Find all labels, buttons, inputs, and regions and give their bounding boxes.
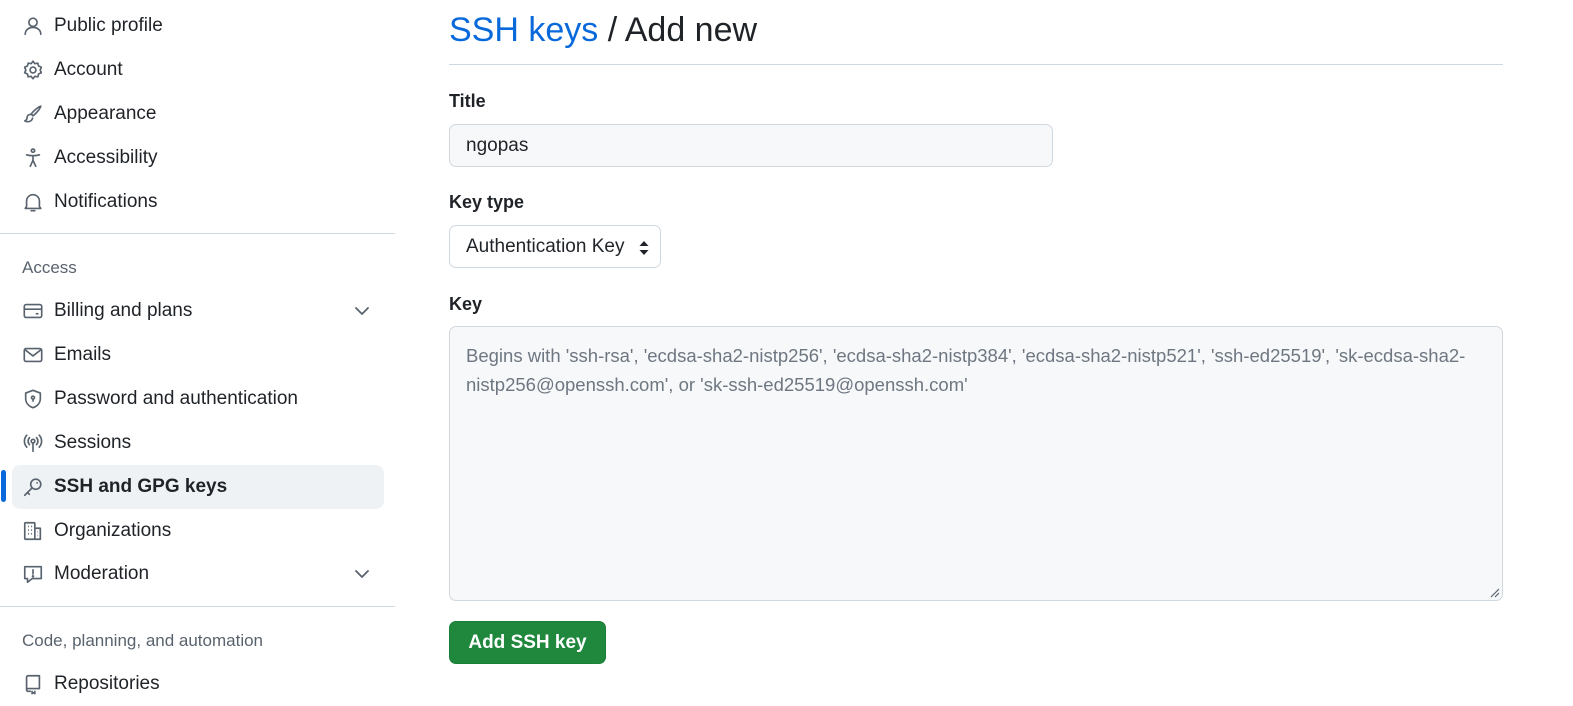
breadcrumb-ssh-keys-link[interactable]: SSH keys <box>449 11 598 49</box>
breadcrumb-separator: / <box>598 11 625 49</box>
sidebar-item-label: Billing and plans <box>54 300 193 321</box>
page-title: SSH keys / Add new <box>449 11 757 50</box>
page-header: SSH keys / Add new <box>449 8 1503 65</box>
sidebar-item-sessions[interactable]: Sessions <box>12 421 384 465</box>
bell-icon <box>21 190 45 214</box>
resize-grip-icon[interactable] <box>1489 587 1500 598</box>
key-type-label: Key type <box>449 192 525 212</box>
sidebar-item-label: SSH and GPG keys <box>54 476 228 497</box>
select-arrows-icon <box>639 241 649 255</box>
sidebar-item-account[interactable]: Account <box>12 48 384 92</box>
active-indicator <box>1 470 6 502</box>
sidebar-section-heading: Access <box>22 258 77 277</box>
sidebar-item-label: Public profile <box>54 15 163 36</box>
sidebar-item-billing[interactable]: Billing and plans <box>12 289 384 333</box>
key-icon <box>21 475 45 499</box>
title-label: Title <box>449 91 486 111</box>
sidebar-section-heading: Code, planning, and automation <box>22 631 264 650</box>
sidebar-item-label: Account <box>54 59 123 80</box>
sidebar-item-ssh-gpg-keys[interactable]: SSH and GPG keys <box>12 465 384 509</box>
sidebar-divider <box>0 606 395 607</box>
credit-card-icon <box>21 299 45 323</box>
accessibility-icon <box>21 146 45 170</box>
sidebar-item-label: Password and authentication <box>54 388 298 409</box>
sidebar-item-label: Accessibility <box>54 147 158 168</box>
broadcast-icon <box>21 431 45 455</box>
settings-sidebar: Public profile Account Appearance Access… <box>0 0 395 704</box>
sidebar-item-notifications[interactable]: Notifications <box>12 180 384 224</box>
mail-icon <box>21 343 45 367</box>
gear-icon <box>21 58 45 82</box>
add-ssh-key-button[interactable]: Add SSH key <box>449 621 606 664</box>
sidebar-divider <box>0 233 395 234</box>
sidebar-item-moderation[interactable]: Moderation <box>12 552 384 596</box>
key-type-selected-value: Authentication Key <box>466 236 625 257</box>
repo-icon <box>21 672 45 696</box>
sidebar-item-repositories[interactable]: Repositories <box>12 662 384 706</box>
sidebar-item-accessibility[interactable]: Accessibility <box>12 136 384 180</box>
sidebar-item-label: Organizations <box>54 520 172 541</box>
key-type-select[interactable]: Authentication Key <box>449 225 661 268</box>
title-input[interactable] <box>449 124 1053 167</box>
shield-lock-icon <box>21 387 45 411</box>
person-icon <box>21 14 45 38</box>
sidebar-item-password-auth[interactable]: Password and authentication <box>12 377 384 421</box>
paintbrush-icon <box>21 102 45 126</box>
sidebar-item-appearance[interactable]: Appearance <box>12 92 384 136</box>
sidebar-item-organizations[interactable]: Organizations <box>12 509 384 553</box>
sidebar-item-label: Notifications <box>54 191 158 212</box>
sidebar-item-label: Moderation <box>54 563 150 584</box>
sidebar-item-public-profile[interactable]: Public profile <box>12 4 384 48</box>
sidebar-item-label: Emails <box>54 344 112 365</box>
sidebar-item-label: Repositories <box>54 673 160 694</box>
chevron-down-icon[interactable] <box>352 301 372 321</box>
sidebar-item-label: Sessions <box>54 432 132 453</box>
sidebar-item-emails[interactable]: Emails <box>12 333 384 377</box>
chevron-down-icon[interactable] <box>352 564 372 584</box>
sidebar-item-label: Appearance <box>54 103 157 124</box>
breadcrumb-current: Add new <box>624 11 758 49</box>
key-textarea[interactable] <box>449 326 1503 601</box>
organization-icon <box>21 519 45 543</box>
main-content: SSH keys / Add new Title Key type Authen… <box>449 0 1503 704</box>
report-icon <box>21 562 45 586</box>
key-label: Key <box>449 294 483 314</box>
